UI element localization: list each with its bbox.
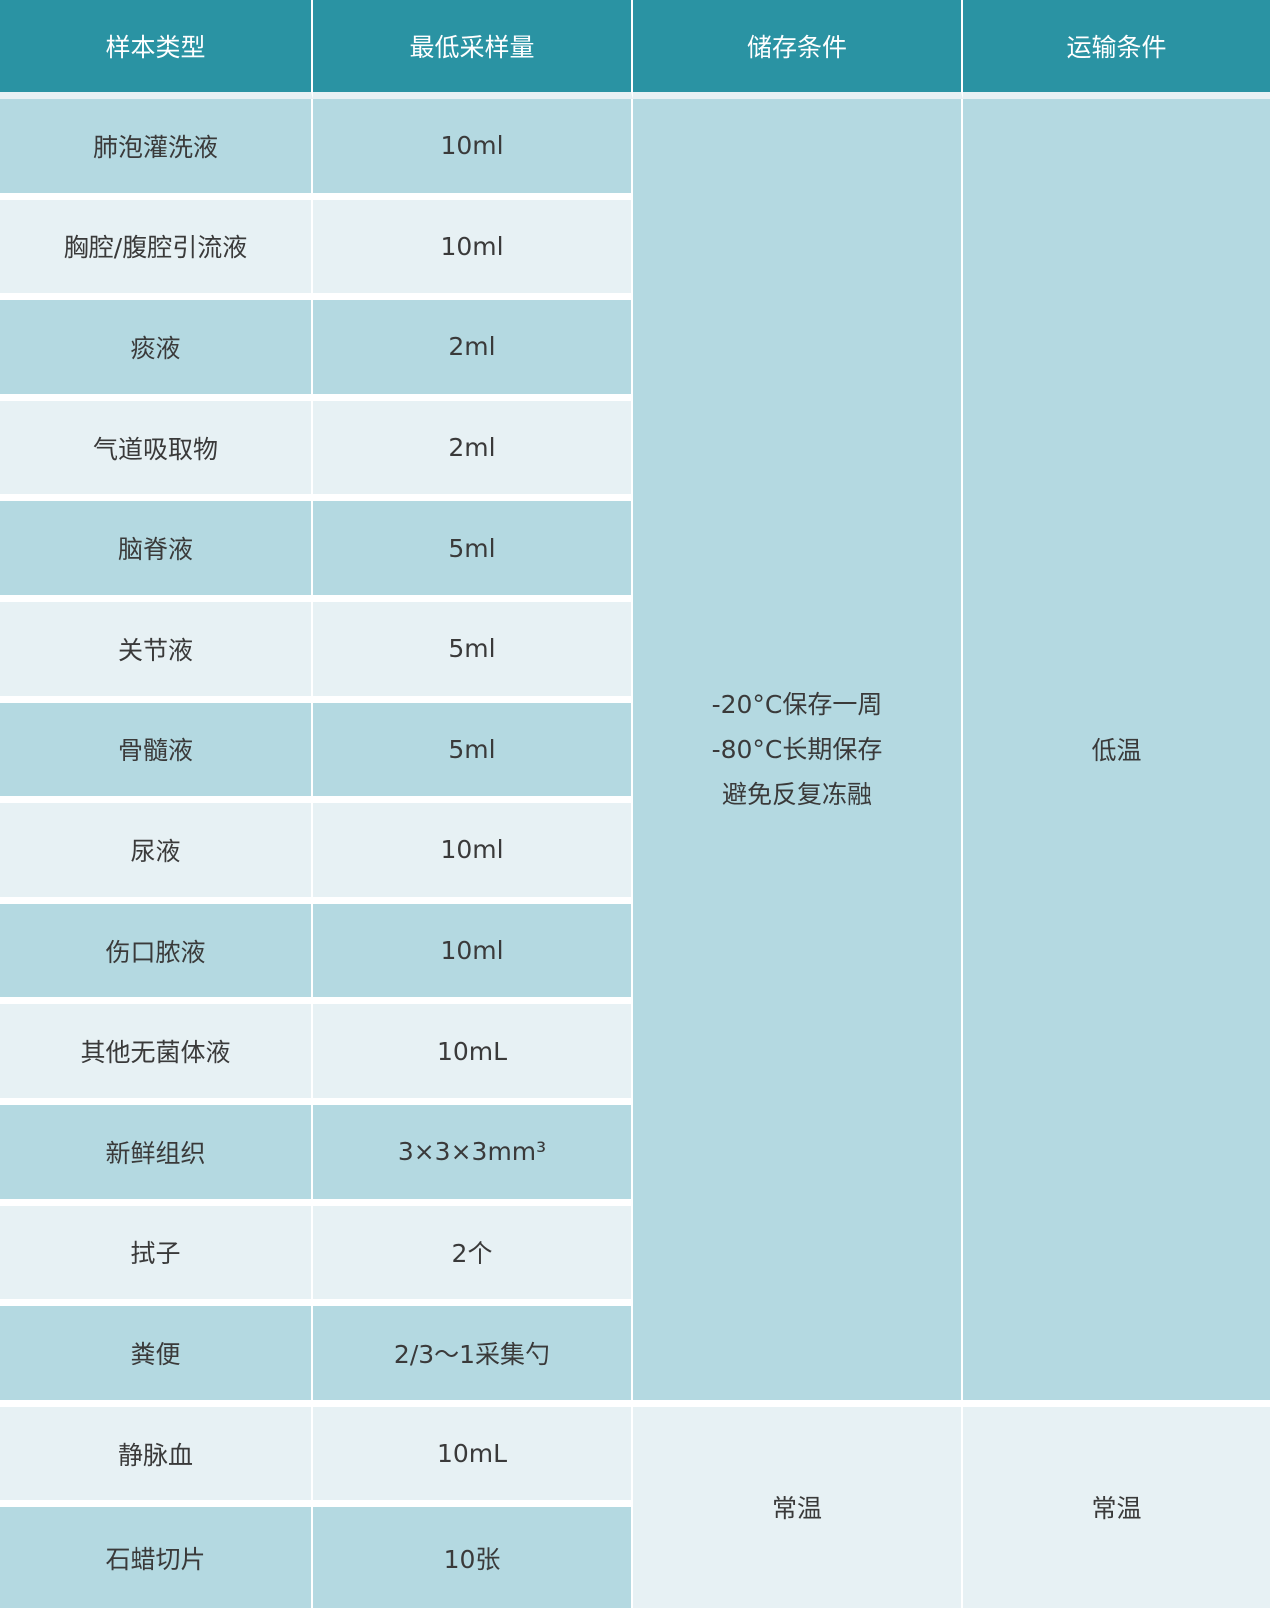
storage-group-2: 常温: [633, 1406, 963, 1608]
cell-sample-type: 静脉血: [0, 1406, 313, 1508]
storage-line: -80°C长期保存: [711, 734, 883, 764]
cell-min-amount: 5ml: [313, 601, 633, 703]
cell-min-amount: 10ml: [313, 199, 633, 301]
cell-sample-type: 肺泡灌洗液: [0, 99, 313, 200]
cell-sample-type: 气道吸取物: [0, 400, 313, 502]
cell-min-amount: 2/3～1采集勺: [313, 1306, 633, 1407]
cell-min-amount: 10ml: [313, 903, 633, 1005]
header-sample-type: 样本类型: [0, 0, 313, 99]
cell-sample-type: 尿液: [0, 803, 313, 904]
cell-sample-type: 石蜡切片: [0, 1507, 313, 1608]
cell-sample-type: 粪便: [0, 1306, 313, 1407]
cell-min-amount: 2ml: [313, 300, 633, 401]
cell-min-amount: 10mL: [313, 1406, 633, 1508]
cell-sample-type: 关节液: [0, 601, 313, 703]
header-transport: 运输条件: [963, 0, 1270, 99]
cell-min-amount: 2个: [313, 1205, 633, 1307]
header-storage: 储存条件: [633, 0, 963, 99]
cell-sample-type: 其他无菌体液: [0, 1004, 313, 1105]
cell-sample-type: 痰液: [0, 300, 313, 401]
cell-sample-type: 新鲜组织: [0, 1104, 313, 1206]
storage-group-1: -20°C保存一周 -80°C长期保存 避免反复冻融: [633, 99, 963, 1407]
cell-sample-type: 伤口脓液: [0, 903, 313, 1005]
transport-group-2: 常温: [963, 1406, 1270, 1608]
cell-sample-type: 脑脊液: [0, 501, 313, 602]
sample-table: 样本类型 最低采样量 储存条件 运输条件 肺泡灌洗液 10ml 胸腔/腹腔引流液…: [0, 0, 1270, 1609]
storage-line: -20°C保存一周: [711, 689, 883, 719]
cell-min-amount: 3×3×3mm³: [313, 1104, 633, 1206]
cell-min-amount: 5ml: [313, 501, 633, 602]
cell-sample-type: 胸腔/腹腔引流液: [0, 199, 313, 301]
header-min-amount: 最低采样量: [313, 0, 633, 99]
cell-min-amount: 2ml: [313, 400, 633, 502]
cell-min-amount: 10ml: [313, 99, 633, 200]
cell-min-amount: 10ml: [313, 803, 633, 904]
transport-group-1: 低温: [963, 99, 1270, 1407]
cell-min-amount: 10mL: [313, 1004, 633, 1105]
cell-min-amount: 10张: [313, 1507, 633, 1608]
cell-sample-type: 骨髓液: [0, 702, 313, 804]
cell-min-amount: 5ml: [313, 702, 633, 804]
storage-line: 避免反复冻融: [721, 779, 872, 809]
cell-sample-type: 拭子: [0, 1205, 313, 1307]
